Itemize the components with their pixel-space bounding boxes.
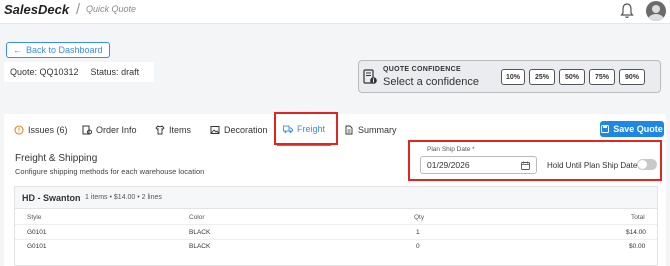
document-info-icon bbox=[363, 69, 377, 84]
top-bar: SalesDeck / Quick Quote bbox=[0, 0, 670, 24]
row-qty: 0 bbox=[416, 243, 420, 250]
page-title: Quick Quote bbox=[86, 4, 137, 14]
row-total: $0.00 bbox=[629, 243, 646, 250]
tab-summary-label: Summary bbox=[358, 125, 397, 135]
tab-issues-label: Issues (6) bbox=[28, 125, 68, 135]
brand-logo[interactable]: SalesDeck bbox=[4, 2, 69, 17]
quote-confidence-panel: QUOTE CONFIDENCE Select a confidence 10%… bbox=[358, 60, 661, 93]
arrow-left-icon: ← bbox=[13, 45, 22, 55]
tab-items[interactable]: Items bbox=[155, 114, 191, 146]
confidence-option-75[interactable]: 75% bbox=[589, 69, 615, 85]
column-header-color: Color bbox=[189, 214, 205, 221]
tab-items-label: Items bbox=[169, 125, 192, 135]
confidence-option-50[interactable]: 50% bbox=[559, 69, 585, 85]
row-qty: 1 bbox=[416, 229, 420, 236]
alert-circle-icon bbox=[14, 125, 24, 135]
quote-status: Status: draft bbox=[90, 67, 140, 77]
confidence-label: QUOTE CONFIDENCE bbox=[383, 66, 461, 73]
quote-info: Quote: QQ10312 Status: draft bbox=[4, 62, 154, 82]
warehouse-card: HD - Swanton 1 items • $14.00 • 2 lines … bbox=[14, 186, 658, 266]
confidence-options: 10% 25% 50% 75% 90% bbox=[501, 69, 645, 85]
tab-issues[interactable]: Issues (6) bbox=[14, 114, 68, 146]
row-color: BLACK bbox=[189, 243, 211, 250]
row-total: $14.00 bbox=[626, 229, 646, 236]
ship-date-highlight bbox=[408, 140, 662, 181]
row-style: G0101 bbox=[27, 243, 47, 250]
column-header-total: Total bbox=[631, 214, 645, 221]
image-icon bbox=[210, 126, 220, 134]
save-quote-label: Save Quote bbox=[613, 124, 663, 134]
back-to-dashboard-button[interactable]: ← Back to Dashboard bbox=[6, 42, 110, 58]
column-header-qty: Qty bbox=[414, 214, 425, 221]
warehouse-name: HD - Swanton bbox=[22, 193, 81, 203]
order-info-icon bbox=[82, 125, 92, 135]
tab-summary[interactable]: Summary bbox=[344, 114, 397, 146]
warehouse-header[interactable]: HD - Swanton 1 items • $14.00 • 2 lines bbox=[15, 187, 657, 209]
bell-icon[interactable] bbox=[620, 3, 634, 19]
freight-subtitle: Configure shipping methods for each ware… bbox=[15, 167, 205, 176]
avatar[interactable] bbox=[646, 1, 666, 21]
freight-title: Freight & Shipping bbox=[15, 153, 98, 164]
row-color: BLACK bbox=[189, 229, 211, 236]
confidence-option-10[interactable]: 10% bbox=[501, 69, 525, 85]
save-icon bbox=[601, 125, 610, 133]
confidence-option-25[interactable]: 25% bbox=[529, 69, 555, 85]
warehouse-meta: 1 items • $14.00 • 2 lines bbox=[85, 194, 162, 201]
tab-order-info[interactable]: Order Info bbox=[82, 114, 137, 146]
tab-decoration[interactable]: Decoration bbox=[210, 114, 268, 146]
breadcrumb-separator: / bbox=[76, 1, 81, 18]
tab-order-info-label: Order Info bbox=[96, 125, 137, 135]
confidence-prompt: Select a confidence bbox=[383, 76, 480, 88]
column-header-style: Style bbox=[27, 214, 42, 221]
freight-tab-highlight bbox=[274, 112, 338, 145]
confidence-option-90[interactable]: 90% bbox=[619, 69, 645, 85]
shirt-icon bbox=[155, 125, 165, 135]
row-style: G0101 bbox=[27, 229, 47, 236]
save-quote-button[interactable]: Save Quote bbox=[600, 121, 664, 137]
tab-decoration-label: Decoration bbox=[224, 125, 268, 135]
quote-id: Quote: QQ10312 bbox=[10, 67, 79, 77]
document-icon bbox=[345, 125, 353, 135]
back-button-label: Back to Dashboard bbox=[26, 45, 103, 55]
